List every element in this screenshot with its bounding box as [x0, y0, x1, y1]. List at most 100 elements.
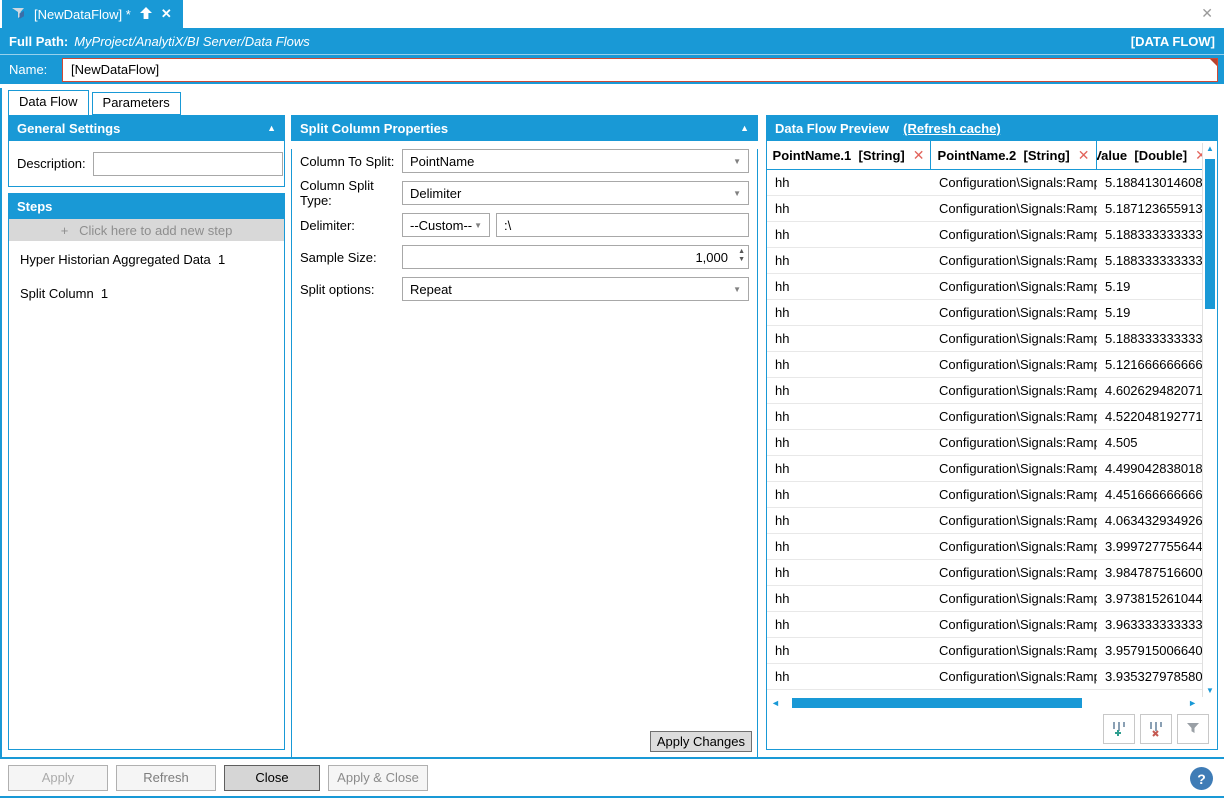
step-item[interactable]: Split Column 1 — [9, 275, 284, 309]
dataflow-editor-window: [NewDataFlow] * ✕ ✕ Full Path: MyProject… — [0, 0, 1224, 798]
scroll-right-icon[interactable]: ► — [1188, 698, 1197, 709]
cell-value: 3.95791500664011 — [1097, 643, 1202, 658]
remove-column-icon[interactable]: ✕ — [1078, 147, 1090, 164]
apply-and-close-button[interactable]: Apply & Close — [328, 765, 428, 791]
filter-icon — [1184, 719, 1202, 740]
table-row[interactable]: hh Configuration\Signals:Ramp 4.06343293… — [767, 508, 1202, 534]
remove-column-icon[interactable]: ✕ — [913, 147, 925, 164]
refresh-cache-link[interactable]: (Refresh cache) — [903, 121, 1001, 136]
cell-value: 5.18841301460823 — [1097, 175, 1202, 190]
cell-pointname1: hh — [767, 357, 931, 372]
delimiter-mode-select[interactable]: --Custom-- ▼ — [402, 213, 490, 237]
column-header-pointname1[interactable]: PointName.1 [String] ✕ — [767, 141, 931, 169]
table-row[interactable]: hh Configuration\Signals:Ramp 5.19 — [767, 300, 1202, 326]
cell-pointname2: Configuration\Signals:Ramp — [931, 253, 1097, 268]
apply-changes-button[interactable]: Apply Changes — [650, 731, 752, 752]
delimiter-mode-value: --Custom-- — [410, 218, 472, 233]
sample-size-label: Sample Size: — [300, 250, 402, 265]
column-split-type-row: Column Split Type: Delimiter ▼ — [300, 181, 749, 205]
full-path-value: MyProject/AnalytiX/BI Server/Data Flows — [74, 34, 310, 49]
apply-button[interactable]: Apply — [8, 765, 108, 791]
step-item[interactable]: Hyper Historian Aggregated Data 1 — [9, 241, 284, 275]
column-split-type-value: Delimiter — [410, 186, 461, 201]
table-row[interactable]: hh Configuration\Signals:Ramp 5.12166666… — [767, 352, 1202, 378]
preview-header: Data Flow Preview (Refresh cache) — [766, 115, 1218, 141]
tab-parameters[interactable]: Parameters — [92, 92, 181, 115]
view-tabs: Data Flow Parameters — [8, 90, 181, 115]
cell-pointname2: Configuration\Signals:Ramp — [931, 513, 1097, 528]
tab-data-flow[interactable]: Data Flow — [8, 90, 89, 115]
table-row[interactable]: hh Configuration\Signals:Ramp 5.18833333… — [767, 326, 1202, 352]
collapse-icon[interactable]: ▲ — [267, 123, 276, 133]
footer-bar: Apply Refresh Close Apply & Close ? — [0, 757, 1224, 798]
table-row[interactable]: hh Configuration\Signals:Ramp 5.18841301… — [767, 170, 1202, 196]
cell-pointname1: hh — [767, 279, 931, 294]
table-row[interactable]: hh Configuration\Signals:Ramp 3.99972775… — [767, 534, 1202, 560]
table-row[interactable]: hh Configuration\Signals:Ramp 4.60262948… — [767, 378, 1202, 404]
cell-value: 5.18712365591398 — [1097, 201, 1202, 216]
add-column-button[interactable] — [1103, 714, 1135, 744]
document-tab[interactable]: [NewDataFlow] * ✕ — [2, 0, 183, 28]
table-row[interactable]: hh Configuration\Signals:Ramp 5.18833333… — [767, 248, 1202, 274]
add-step-button[interactable]: + Click here to add new step — [9, 219, 284, 241]
filter-button[interactable] — [1177, 714, 1209, 744]
up-arrow-icon[interactable] — [139, 6, 153, 23]
table-row[interactable]: hh Configuration\Signals:Ramp 3.97381526… — [767, 586, 1202, 612]
table-row[interactable]: hh Configuration\Signals:Ramp 3.95791500… — [767, 638, 1202, 664]
description-label: Description: — [17, 156, 86, 171]
table-row[interactable]: hh Configuration\Signals:Ramp 3.98478751… — [767, 560, 1202, 586]
cell-pointname2: Configuration\Signals:Ramp — [931, 591, 1097, 606]
name-input[interactable] — [62, 58, 1218, 82]
delimiter-custom-input[interactable] — [496, 213, 749, 237]
spin-down-icon[interactable]: ▼ — [738, 256, 745, 264]
sample-size-stepper[interactable]: ▲ ▼ — [738, 248, 745, 264]
table-row[interactable]: hh Configuration\Signals:Ramp 5.18712365… — [767, 196, 1202, 222]
remove-column-button[interactable] — [1140, 714, 1172, 744]
cell-pointname2: Configuration\Signals:Ramp — [931, 409, 1097, 424]
scroll-down-icon[interactable]: ▼ — [1203, 686, 1217, 696]
column-header-pointname2[interactable]: PointName.2 [String] ✕ — [931, 141, 1097, 169]
cell-pointname1: hh — [767, 643, 931, 658]
steps-title: Steps — [17, 199, 52, 214]
column-to-split-label: Column To Split: — [300, 154, 402, 169]
cell-value: 3.97381526104418 — [1097, 591, 1202, 606]
spin-up-icon[interactable]: ▲ — [738, 248, 745, 256]
description-input[interactable] — [93, 152, 283, 176]
refresh-button[interactable]: Refresh — [116, 765, 216, 791]
cell-value: 5.19 — [1097, 279, 1202, 294]
column-to-split-select[interactable]: PointName ▼ — [402, 149, 749, 173]
tab-close-icon[interactable]: ✕ — [161, 6, 172, 22]
chevron-down-icon: ▼ — [733, 157, 741, 166]
general-settings-panel: General Settings ▲ Description: — [8, 115, 285, 187]
cell-pointname1: hh — [767, 461, 931, 476]
split-options-select[interactable]: Repeat ▼ — [402, 277, 749, 301]
table-row[interactable]: hh Configuration\Signals:Ramp 3.93532797… — [767, 664, 1202, 690]
scroll-left-icon[interactable]: ◄ — [771, 698, 780, 709]
chevron-down-icon: ▼ — [733, 189, 741, 198]
table-row[interactable]: hh Configuration\Signals:Ramp 5.19 — [767, 274, 1202, 300]
table-row[interactable]: hh Configuration\Signals:Ramp 4.49904283… — [767, 456, 1202, 482]
collapse-icon[interactable]: ▲ — [740, 123, 749, 133]
steps-list: Hyper Historian Aggregated Data 1Split C… — [9, 241, 284, 309]
column-split-type-select[interactable]: Delimiter ▼ — [402, 181, 749, 205]
table-row[interactable]: hh Configuration\Signals:Ramp 3.96333333… — [767, 612, 1202, 638]
full-path-label: Full Path: — [9, 34, 68, 49]
cell-pointname1: hh — [767, 617, 931, 632]
scroll-up-icon[interactable]: ▲ — [1203, 144, 1217, 154]
vertical-scrollbar-thumb[interactable] — [1205, 159, 1215, 309]
table-row[interactable]: hh Configuration\Signals:Ramp 5.18833333… — [767, 222, 1202, 248]
help-button[interactable]: ? — [1190, 767, 1213, 790]
window-close-icon[interactable]: ✕ — [1201, 5, 1213, 22]
cell-value: 4.06343293492696 — [1097, 513, 1202, 528]
table-row[interactable]: hh Configuration\Signals:Ramp 4.45166666… — [767, 482, 1202, 508]
column-header-value[interactable]: Value [Double] ✕ — [1097, 141, 1217, 169]
table-row[interactable]: hh Configuration\Signals:Ramp 4.505 — [767, 430, 1202, 456]
cell-value: 4.52204819277108 — [1097, 409, 1202, 424]
vertical-scrollbar[interactable]: ▲ ▼ — [1202, 143, 1217, 697]
horizontal-scrollbar-thumb[interactable] — [792, 698, 1082, 708]
cell-pointname1: hh — [767, 591, 931, 606]
table-row[interactable]: hh Configuration\Signals:Ramp 4.52204819… — [767, 404, 1202, 430]
horizontal-scrollbar[interactable]: ◄ ► — [769, 697, 1199, 710]
sample-size-input[interactable] — [402, 245, 749, 269]
close-button[interactable]: Close — [224, 765, 320, 791]
